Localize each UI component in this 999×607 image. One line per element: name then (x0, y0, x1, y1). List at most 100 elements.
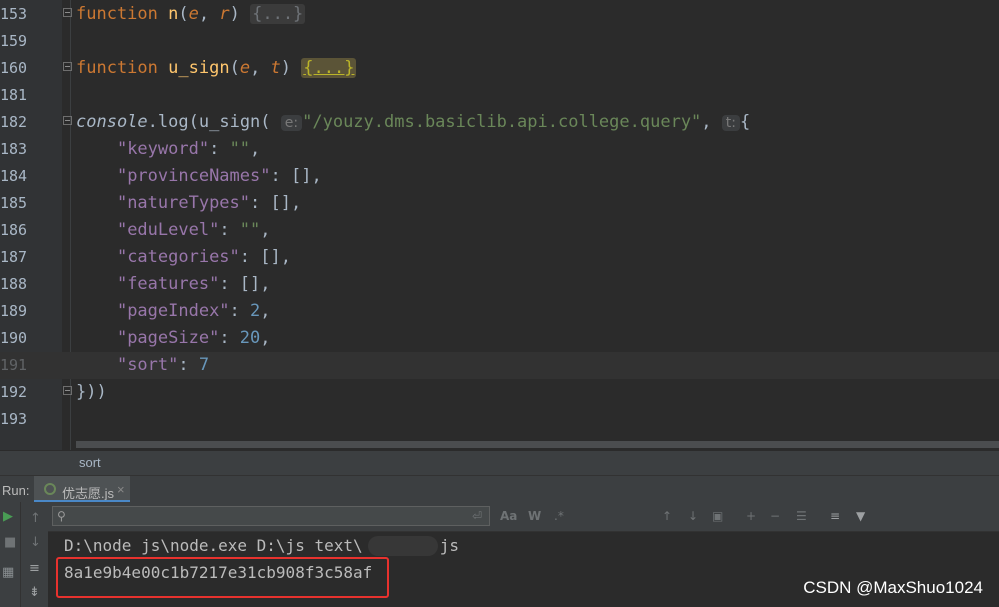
code-line[interactable]: 192 })) (0, 379, 999, 406)
code-line[interactable]: 186 "eduLevel": "", (0, 217, 999, 244)
regex-icon[interactable]: .* (554, 509, 564, 523)
code-line[interactable]: 190 "pageSize": 20, (0, 325, 999, 352)
code-line[interactable]: 183 "keyword": "", (0, 136, 999, 163)
command-suffix: js (439, 536, 459, 555)
property-key: "eduLevel" (116, 220, 220, 240)
property-value: 2 (250, 301, 261, 321)
line-number: 186 (0, 221, 28, 239)
closing-brackets: })) (76, 382, 107, 402)
breadcrumb-item[interactable]: sort (79, 455, 101, 470)
code-line[interactable]: 160 function u_sign(e, t) {...} (0, 55, 999, 82)
property-key: "categories" (116, 247, 240, 267)
regex-return-icon[interactable]: ⏎ (472, 509, 482, 523)
folded-block[interactable]: {...} (301, 58, 357, 78)
keyword: function (76, 4, 158, 24)
run-tab-label: 优志愿.js (62, 486, 115, 501)
code-line[interactable]: 184 "provinceNames": [], (0, 163, 999, 190)
code-line[interactable]: 189 "pageIndex": 2, (0, 298, 999, 325)
property-value: [] (270, 193, 291, 213)
param: e (239, 58, 251, 78)
line-number: 185 (0, 194, 28, 212)
string-literal: "/youzy.dms.basiclib.api.college.query" (302, 112, 702, 132)
code-line[interactable]: 159 (0, 28, 999, 55)
soft-wrap-icon[interactable]: ≡ (29, 562, 40, 576)
stop-icon[interactable]: ■ (4, 536, 16, 550)
console-toolbar: ⚲ ⏎ Aa W .* ↑ ↓ ▣ + − ☰ ≡ ▼ (48, 502, 999, 532)
find-all-icon[interactable]: ▣ (712, 509, 723, 523)
scroll-to-end-icon[interactable]: ⇟ (29, 586, 40, 600)
property-key: "features" (116, 274, 220, 294)
run-label: Run: (2, 483, 30, 498)
code-line[interactable]: 193 (0, 406, 999, 433)
search-input[interactable] (75, 508, 479, 526)
property-value: 20 (239, 328, 261, 348)
code-editor[interactable]: 153 function n(e, r) {...} 159 160 funct… (0, 0, 999, 450)
code-line[interactable]: 187 "categories": [], (0, 244, 999, 271)
code-line[interactable]: 185 "natureTypes": [], (0, 190, 999, 217)
line-number: 159 (0, 32, 28, 50)
breadcrumb[interactable]: sort (0, 450, 999, 476)
line-number: 184 (0, 167, 28, 185)
add-selection-icon[interactable]: + (746, 509, 756, 523)
property-value: "" (229, 139, 251, 159)
fold-toggle-icon[interactable] (63, 62, 72, 71)
line-number: 153 (0, 5, 28, 23)
close-tab-icon[interactable]: × (117, 482, 125, 497)
property-key: "keyword" (116, 139, 210, 159)
line-number: 183 (0, 140, 28, 158)
property-value: "" (239, 220, 261, 240)
property-value: 7 (198, 355, 210, 375)
property-key: "provinceNames" (116, 166, 271, 186)
code-line[interactable]: 153 function n(e, r) {...} (0, 1, 999, 28)
redacted-filename (368, 536, 438, 556)
command-path: D:\node js\node.exe D:\js text\ (64, 536, 363, 555)
keyword: function (76, 58, 158, 78)
property-value: [] (290, 166, 312, 186)
match-case-icon[interactable]: Aa (500, 509, 517, 523)
rerun-icon[interactable]: ▶ (3, 510, 13, 524)
param-hint: t: (721, 115, 740, 131)
code-line-current[interactable]: 191 "sort": 7 (0, 352, 999, 379)
property-key: "sort" (116, 355, 179, 375)
call-function: u_sign (198, 112, 261, 132)
run-tab[interactable]: 优志愿.js × (34, 476, 130, 503)
words-icon[interactable]: W (528, 509, 541, 523)
line-number: 187 (0, 248, 28, 266)
property-value: [] (239, 274, 261, 294)
property-key: "pageIndex" (116, 301, 230, 321)
select-all-icon[interactable]: ☰ (796, 509, 807, 523)
search-icon: ⚲ (57, 509, 66, 523)
filter-icon[interactable]: ▼ (856, 509, 865, 523)
highlight-annotation (56, 557, 389, 598)
code-line[interactable]: 181 (0, 82, 999, 109)
line-number: 189 (0, 302, 28, 320)
property-value: [] (260, 247, 281, 267)
code-line[interactable]: 188 "features": [], (0, 271, 999, 298)
console-object: console (76, 112, 148, 132)
filter-results-icon[interactable]: ≡ (830, 509, 840, 523)
watermark: CSDN @MaxShuo1024 (803, 578, 983, 597)
line-number: 193 (0, 410, 28, 428)
fold-toggle-icon[interactable] (63, 116, 72, 125)
fold-toggle-icon[interactable] (63, 8, 72, 17)
fold-toggle-icon[interactable] (63, 386, 72, 395)
method-name: log (157, 112, 189, 132)
search-field[interactable]: ⚲ (52, 506, 490, 526)
line-number: 192 (0, 383, 28, 401)
folded-block[interactable]: {...} (250, 4, 306, 24)
next-occurrence-icon[interactable]: ↓ (688, 509, 698, 523)
function-name: u_sign (168, 58, 230, 78)
previous-occurrence-icon[interactable]: ↑ (662, 509, 672, 523)
horizontal-scrollbar[interactable] (76, 441, 999, 448)
line-number: 188 (0, 275, 28, 293)
param-hint: e: (280, 115, 303, 131)
line-number: 190 (0, 329, 28, 347)
nodejs-icon (44, 483, 56, 495)
scroll-up-icon[interactable]: ↑ (30, 512, 41, 526)
param: t (270, 58, 281, 78)
code-line[interactable]: 182 console.log(u_sign( e: "/youzy.dms.ba… (0, 109, 999, 136)
scroll-down-icon[interactable]: ↓ (30, 536, 41, 550)
remove-selection-icon[interactable]: − (770, 509, 780, 523)
line-number: 160 (0, 59, 28, 77)
layout-icon[interactable]: ▦ (2, 566, 14, 580)
